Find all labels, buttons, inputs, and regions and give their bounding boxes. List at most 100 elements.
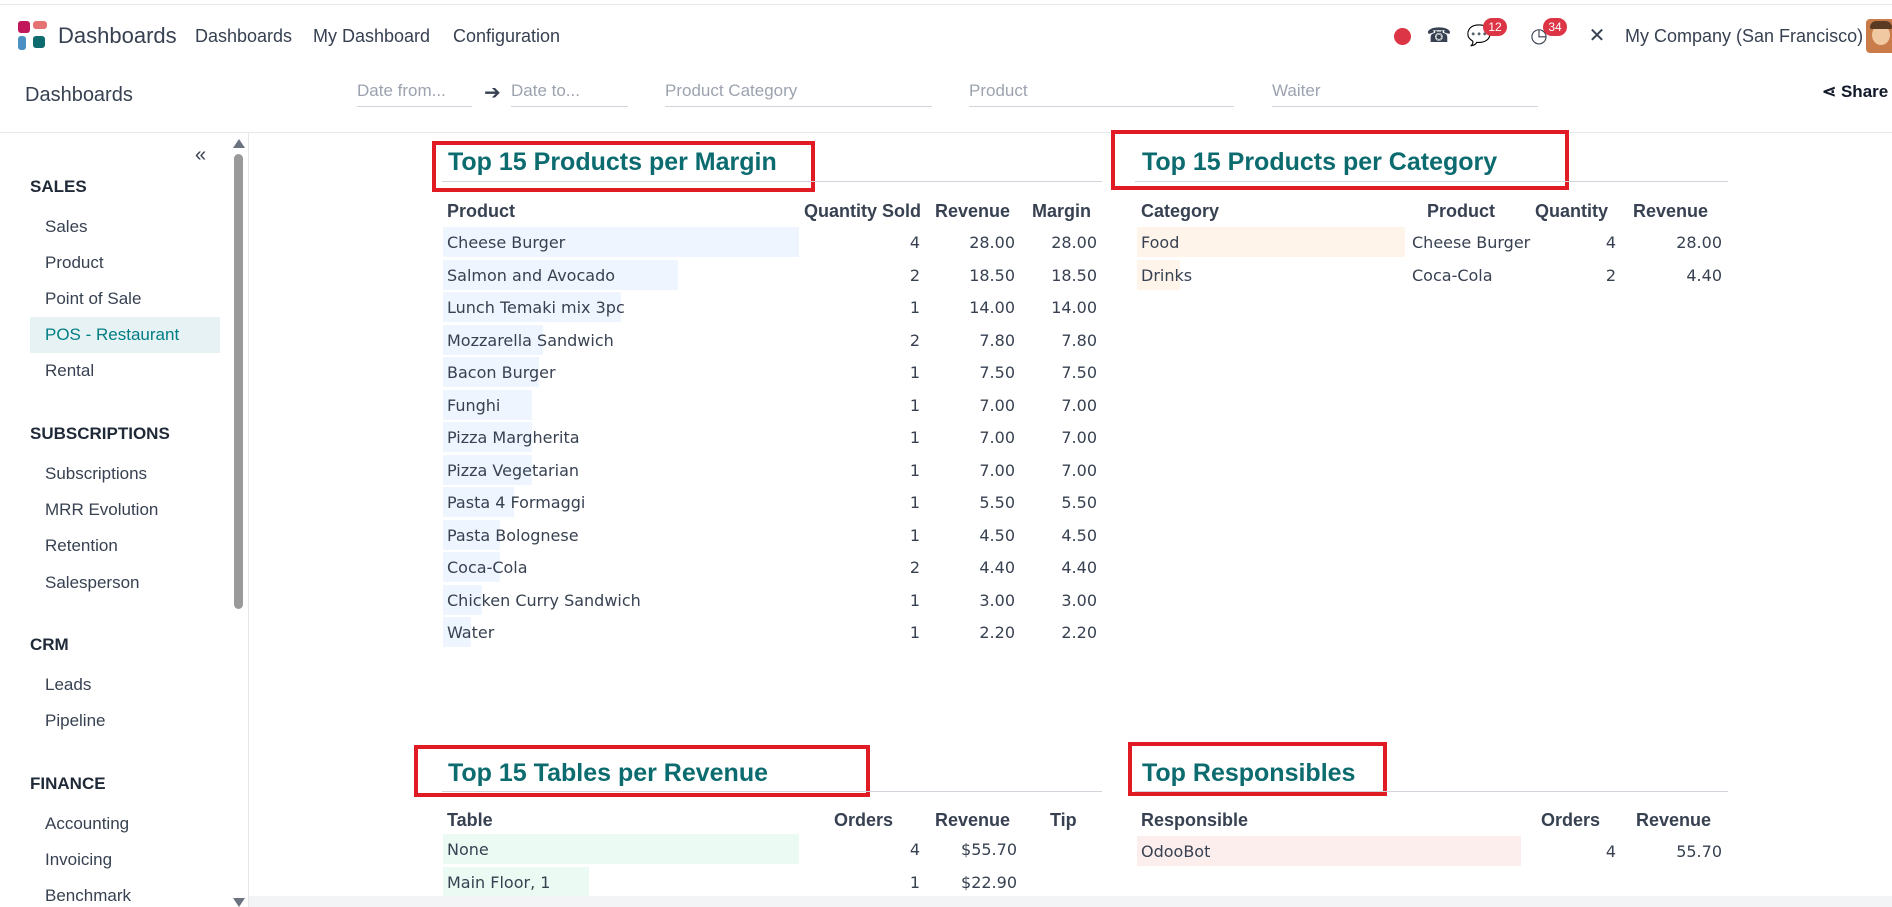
sidebar-item-invoicing[interactable]: Invoicing xyxy=(30,842,220,878)
control-panel: Dashboards ➔ ⋖ Share xyxy=(0,64,1892,133)
margin-cell-margin: 5.50 xyxy=(1061,493,1097,512)
section-crm: CRM xyxy=(30,635,69,654)
sidebar-item-salesperson[interactable]: Salesperson xyxy=(30,565,220,601)
sidebar-item-subscriptions[interactable]: Subscriptions xyxy=(30,456,220,492)
tables-cell-table: Main Floor, 1 xyxy=(447,873,551,892)
sidebar-item-leads[interactable]: Leads xyxy=(30,667,220,703)
margin-title-rule xyxy=(442,181,1102,182)
margin-cell-product: Water xyxy=(447,623,495,642)
activities-badge: 34 xyxy=(1543,18,1567,36)
tables-cell-revenue: $22.90 xyxy=(961,873,1017,892)
margin-cell-margin: 4.40 xyxy=(1061,558,1097,577)
category-header-revenue: Revenue xyxy=(1633,201,1709,221)
waiter-input[interactable] xyxy=(1272,76,1538,107)
app-logo-icon[interactable] xyxy=(18,21,48,51)
dashboards-sidebar: « SALES Sales Product Point of Sale POS … xyxy=(0,132,249,907)
category-cell-product: Coca-Cola xyxy=(1412,265,1493,285)
margin-cell-qty: 2 xyxy=(909,265,920,285)
margin-cell-product: Pasta 4 Formaggi xyxy=(447,493,586,512)
sidebar-scrollbar[interactable] xyxy=(234,154,243,609)
margin-cell-margin: 18.50 xyxy=(1051,265,1097,285)
top-navbar: Dashboards Dashboards My Dashboard Confi… xyxy=(0,4,1892,65)
sidebar-item-sales[interactable]: Sales xyxy=(30,209,220,245)
nav-dashboards[interactable]: Dashboards xyxy=(195,26,292,47)
recording-icon[interactable] xyxy=(1394,28,1411,45)
margin-header-qty: Quantity Sold xyxy=(804,201,921,221)
tables-header-revenue: Revenue xyxy=(935,810,1011,830)
sidebar-item-rental[interactable]: Rental xyxy=(30,353,220,389)
product-input[interactable] xyxy=(969,76,1234,107)
margin-cell-product: Pasta Bolognese xyxy=(447,525,579,545)
margin-cell-margin: 28.00 xyxy=(1051,233,1097,252)
category-header-quantity: Quantity xyxy=(1535,201,1609,221)
margin-cell-qty: 1 xyxy=(909,525,920,545)
tables-cell-table: None xyxy=(447,840,489,859)
category-header-product: Product xyxy=(1427,201,1496,221)
responsibles-cell-revenue: 55.70 xyxy=(1676,842,1722,861)
responsibles-header-revenue: Revenue xyxy=(1636,810,1712,830)
nav-configuration[interactable]: Configuration xyxy=(453,26,560,47)
margin-cell-product: Coca-Cola xyxy=(447,558,528,577)
nav-my-dashboard[interactable]: My Dashboard xyxy=(313,26,430,47)
margin-cell-qty: 1 xyxy=(909,460,920,480)
tables-cell-orders: 1 xyxy=(909,873,920,892)
responsibles-header-responsible: Responsible xyxy=(1141,810,1249,830)
collapse-sidebar-icon[interactable]: « xyxy=(195,144,206,167)
sidebar-item-mrr-evolution[interactable]: MRR Evolution xyxy=(30,492,220,528)
phone-icon[interactable]: ☎ xyxy=(1426,23,1452,49)
bottom-scroll-strip xyxy=(249,896,1892,907)
margin-cell-qty: 1 xyxy=(909,298,920,317)
margin-cell-qty: 1 xyxy=(909,493,920,512)
section-finance: FINANCE xyxy=(30,774,106,793)
margin-cell-revenue: 7.00 xyxy=(979,428,1015,447)
tables-bar xyxy=(443,834,799,864)
margin-cell-margin: 14.00 xyxy=(1051,298,1097,317)
sidebar-item-benchmark[interactable]: Benchmark xyxy=(30,878,220,907)
tables-header-table: Table xyxy=(447,810,493,830)
sidebar-item-retention[interactable]: Retention xyxy=(30,528,220,564)
margin-cell-product: Funghi xyxy=(447,395,501,415)
share-button[interactable]: ⋖ Share xyxy=(1822,82,1888,102)
scroll-down-arrow-icon[interactable] xyxy=(233,898,245,907)
company-switcher[interactable]: My Company (San Francisco) xyxy=(1625,26,1863,47)
margin-cell-margin: 3.00 xyxy=(1061,590,1097,610)
tables-header-orders: Orders xyxy=(834,810,894,830)
margin-cell-product: Bacon Burger xyxy=(447,363,556,382)
margin-cell-product: Pizza Margherita xyxy=(447,428,580,447)
margin-cell-margin: 7.00 xyxy=(1061,428,1097,447)
sidebar-item-accounting[interactable]: Accounting xyxy=(30,806,220,842)
margin-cell-revenue: 4.50 xyxy=(979,525,1015,545)
sidebar-item-point-of-sale[interactable]: Point of Sale xyxy=(30,281,220,317)
margin-cell-revenue: 7.00 xyxy=(979,460,1015,480)
margin-cell-product: Cheese Burger xyxy=(447,233,566,252)
margin-cell-margin: 4.50 xyxy=(1061,525,1097,545)
margin-cell-revenue: 18.50 xyxy=(969,265,1015,285)
margin-cell-product: Mozzarella Sandwich xyxy=(447,330,614,350)
date-from-input[interactable] xyxy=(357,76,472,107)
margin-cell-qty: 1 xyxy=(909,428,920,447)
product-category-input[interactable] xyxy=(665,76,932,107)
app-name[interactable]: Dashboards xyxy=(58,23,177,49)
responsibles-cell-orders: 4 xyxy=(1605,842,1616,861)
sidebar-item-product[interactable]: Product xyxy=(30,245,220,281)
page-title: Dashboards xyxy=(25,84,133,106)
debug-tools-icon[interactable]: ✕ xyxy=(1584,23,1610,49)
share-label: Share xyxy=(1840,82,1889,101)
tables-header-tip: Tip xyxy=(1050,810,1077,830)
margin-header-revenue: Revenue xyxy=(935,201,1011,221)
margin-cell-qty: 1 xyxy=(909,363,920,382)
margin-cell-revenue: 7.00 xyxy=(979,395,1015,415)
category-cell-product: Cheese Burger xyxy=(1412,233,1531,252)
margin-cell-revenue: 3.00 xyxy=(979,590,1015,610)
margin-cell-qty: 2 xyxy=(909,558,920,577)
sidebar-item-pos-restaurant[interactable]: POS - Restaurant xyxy=(30,317,220,353)
margin-cell-revenue: 7.50 xyxy=(979,363,1015,382)
margin-header-product: Product xyxy=(447,201,516,221)
sidebar-item-pipeline[interactable]: Pipeline xyxy=(30,703,220,739)
margin-cell-qty: 1 xyxy=(909,395,920,415)
scroll-up-arrow-icon[interactable] xyxy=(233,139,245,148)
date-to-input[interactable] xyxy=(511,76,628,107)
highlight-box-responsibles xyxy=(1128,742,1387,796)
user-avatar[interactable] xyxy=(1866,19,1892,53)
margin-cell-product: Lunch Temaki mix 3pc xyxy=(447,298,625,317)
